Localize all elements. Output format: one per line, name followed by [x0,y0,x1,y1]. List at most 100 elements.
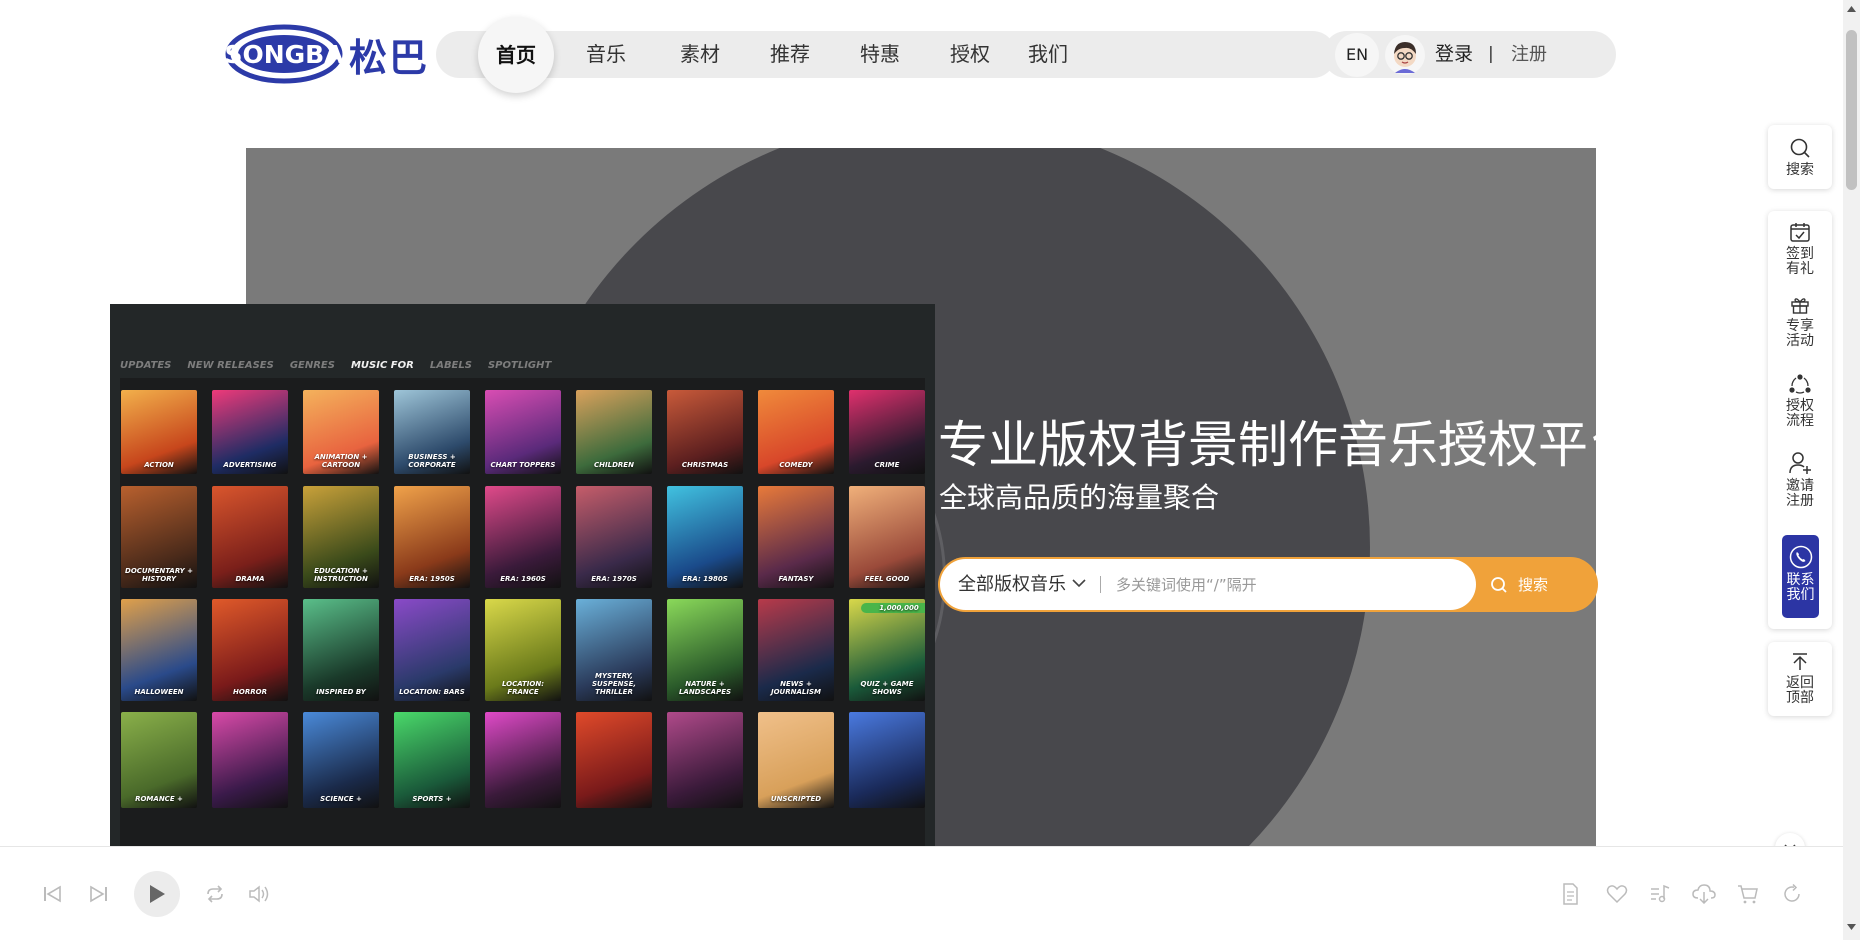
repeat-icon [207,885,223,903]
songba-logo-icon: SONGBA [225,24,343,84]
poster-tile: UNSCRIPTED [758,712,834,808]
poster-tile: CHART TOPPERS [485,390,561,474]
add-user-icon [1789,452,1811,474]
poster-tile-label: BUSINESS + CORPORATE [408,452,456,469]
poster-tile: ANIMATION + CARTOON [303,390,379,474]
poster-tile-label: HALLOWEEN [134,687,184,696]
nav-item-deals[interactable]: 特惠 [860,31,900,78]
search-button-label: 搜索 [1518,576,1549,594]
search-divider [1100,576,1101,593]
poster-tile-label: ERA: 1950S [409,574,455,583]
poster-tile-label [849,803,925,808]
scroll-up-arrow-icon[interactable] [1846,4,1857,14]
play-button[interactable] [134,871,180,917]
poster-tile-label: CHRISTMAS [681,460,729,469]
sidebar-item-checkin[interactable]: 签到有礼 [1768,221,1832,295]
poster-tile-label: MYSTERY, SUSPENSE, THRILLER [591,671,637,696]
nav-item-license[interactable]: 授权 [950,31,990,78]
poster-tile-label: DOCUMENTARY + HISTORY [125,566,193,583]
poster-tile-label: CRIME [874,460,900,469]
search-field: 全部版权音乐 [940,559,1476,610]
cart-button[interactable] [1737,847,1759,941]
scroll-down-arrow-icon[interactable] [1846,922,1857,932]
poster-tile-label: SCIENCE + [320,794,362,803]
sidebar-item-invite[interactable]: 邀请注册 [1768,451,1832,531]
search-button[interactable]: 搜索 [1490,557,1548,612]
search-icon [1790,138,1810,158]
sidebar-search[interactable]: 搜索 [1768,125,1832,189]
avatar-icon [1394,42,1416,73]
volume-icon [249,885,269,903]
next-track-button[interactable] [89,847,109,941]
poster-tile: MYSTERY, SUSPENSE, THRILLER [576,599,652,701]
poster-tile [485,712,561,808]
refresh-icon [1784,884,1800,902]
poster-tile: FEEL GOOD [849,486,925,588]
chevron-down-icon[interactable] [1072,578,1086,588]
poster-tab: LABELS [429,360,472,371]
arrow-up-icon [1793,653,1807,670]
poster-tile: FANTASY [758,486,834,588]
poster-tile: ERA: 1960S [485,486,561,588]
user-bar: EN 登录 | 注册 [1323,31,1616,78]
poster-tile-label: ROMANCE + [135,794,183,803]
document-icon [1563,883,1578,905]
phone-icon [1789,545,1812,569]
poster-tile-label: ACTION [144,460,174,469]
add-to-playlist-button[interactable] [1649,847,1671,941]
login-link[interactable]: 登录 [1435,31,1473,78]
poster-tile: INSPIRED BY [303,599,379,701]
poster-tile: DOCUMENTARY + HISTORY [121,486,197,588]
scrollbar-thumb[interactable] [1846,30,1857,190]
logo-cn-text: 松巴 [349,35,430,80]
sidebar-label: 返回顶部 [1786,675,1814,706]
poster-tile-label: HORROR [233,687,267,696]
gift-icon [1791,298,1809,314]
lyrics-button[interactable] [1561,847,1579,941]
contact-us-button[interactable]: 联系我们 [1782,535,1819,618]
nav-item-materials[interactable]: 素材 [680,31,720,78]
music-player-bar [0,846,1843,940]
login-register-separator: | [1488,44,1494,64]
previous-track-button[interactable] [42,847,62,941]
poster-tile-label: LOCATION: FRANCE [501,679,545,696]
poster-tile: CRIME [849,390,925,474]
register-link[interactable]: 注册 [1511,31,1547,78]
nav-item-music[interactable]: 音乐 [586,31,626,78]
brand-logo[interactable]: SONGBA 松巴 [225,20,429,88]
sidebar-item-events[interactable]: 专享活动 [1768,295,1832,373]
calendar-check-icon [1790,223,1810,242]
language-toggle[interactable]: EN [1335,33,1379,77]
search-input[interactable] [1114,569,1454,600]
skip-next-icon [90,885,107,903]
search-scope-select[interactable]: 全部版权音乐 [958,559,1066,610]
poster-tile: SPORTS + [394,712,470,808]
logo-text: SONGBA [225,40,343,69]
share-button[interactable] [1782,847,1802,941]
play-icon [150,885,165,903]
sidebar-item-search[interactable]: 搜索 [1768,137,1832,178]
poster-tile: ACTION [121,390,197,474]
sidebar-item-top[interactable]: 返回顶部 [1768,652,1832,706]
download-button[interactable] [1692,847,1716,941]
nav-item-home[interactable]: 首页 [478,17,554,93]
main-nav: 首页 音乐 素材 推荐 特惠 授权 我们 [436,17,1336,93]
avatar[interactable] [1385,35,1425,75]
poster-tile: NATURE + LANDSCAPES [667,599,743,701]
nav-item-about[interactable]: 我们 [1028,31,1068,78]
poster-tile: ERA: 1980S [667,486,743,588]
favorite-button[interactable] [1606,847,1628,941]
cart-icon [1738,885,1758,904]
poster-tile-label: DRAMA [235,574,265,583]
sidebar-item-license-flow[interactable]: 授权流程 [1768,373,1832,451]
volume-button[interactable] [248,847,270,941]
sidebar-back-to-top[interactable]: 返回顶部 [1768,642,1832,716]
poster-tile [667,712,743,808]
poster-tile: CHILDREN [576,390,652,474]
poster-tile-label: LOCATION: BARS [399,687,465,696]
music-for-poster: UPDATES NEW RELEASES GENRES MUSIC FOR LA… [110,304,935,848]
loop-mode-button[interactable] [204,847,226,941]
poster-tile-label: NEWS + JOURNALISM [771,679,821,696]
contact-us-label: 联系我们 [1786,572,1815,603]
nav-item-recommend[interactable]: 推荐 [770,31,810,78]
